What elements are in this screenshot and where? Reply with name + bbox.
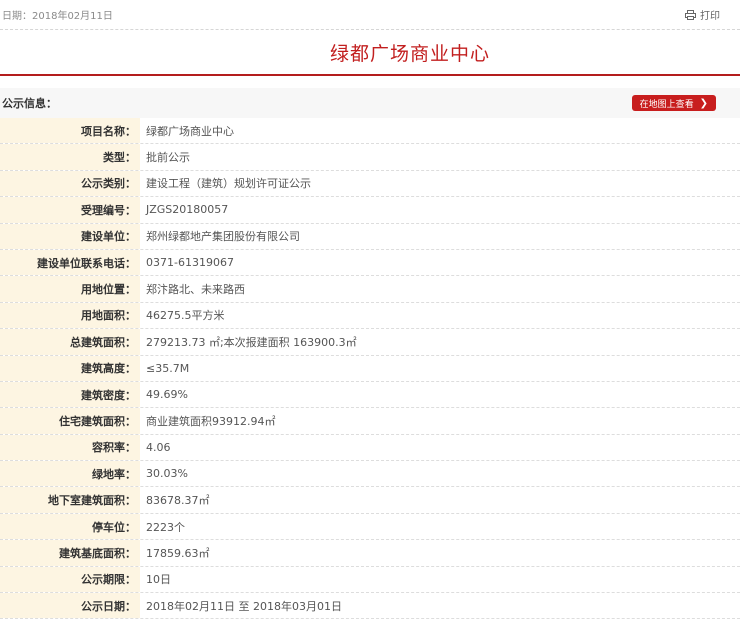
table-row: 住宅建筑面积： 商业建筑面积93912.94㎡ <box>0 408 740 435</box>
field-label: 建筑密度： <box>0 381 140 408</box>
field-value: 83678.37㎡ <box>146 494 210 508</box>
field-value: 4.06 <box>146 440 171 454</box>
field-value: 2223个 <box>146 520 185 534</box>
info-table: 项目名称： 绿都广场商业中心 类型： 批前公示 公示类别： 建设工程（建筑）规划许可证公示… <box>0 118 740 620</box>
field-label: 建筑高度： <box>0 355 140 381</box>
field-value: 30.03% <box>146 467 188 481</box>
field-label: 建筑基底面积： <box>0 540 140 566</box>
field-label: 绿地率： <box>0 461 140 487</box>
field-label: 容积率： <box>0 434 140 461</box>
field-label: 建设单位： <box>0 223 140 249</box>
field-label: 停车位： <box>0 513 140 540</box>
table-row: 建筑基底面积： 17859.63㎡ <box>0 540 740 567</box>
print-label: 打印 <box>700 11 720 22</box>
top-bar: 日期：2018年02月11日 打印 <box>0 0 740 30</box>
table-row: 建设单位： 郑州绿都地产集团股份有限公司 <box>0 223 740 250</box>
field-value: 17859.63㎡ <box>146 546 210 560</box>
view-on-map-label: 在地图上查看 <box>639 99 694 110</box>
printer-icon <box>685 9 696 20</box>
table-row: 用地位置： 郑汴路北、未来路西 <box>0 276 740 303</box>
title-bar: 绿都广场商业中心 <box>0 30 740 76</box>
field-value: 商业建筑面积93912.94㎡ <box>146 414 276 428</box>
field-label: 用地面积： <box>0 302 140 329</box>
view-on-map-button[interactable]: 在地图上查看 ❯ <box>631 95 716 111</box>
field-value: 49.69% <box>146 388 188 402</box>
field-label: 项目名称： <box>0 118 140 144</box>
field-label: 地下室建筑面积： <box>0 487 140 513</box>
field-value: 279213.73 ㎡;本次报建面积 163900.3㎡ <box>146 335 357 349</box>
field-value: 郑汴路北、未来路西 <box>146 283 245 297</box>
table-row: 停车位： 2223个 <box>0 513 740 541</box>
field-label: 类型： <box>0 144 140 170</box>
field-label: 公示日期： <box>0 593 140 619</box>
table-row: 公示日期： 2018年02月11日 至 2018年03月01日 <box>0 593 740 620</box>
table-row: 用地面积： 46275.5平方米 <box>0 302 740 330</box>
field-label: 用地位置： <box>0 276 140 302</box>
field-label: 受理编号： <box>0 197 140 223</box>
field-label: 公示期限： <box>0 566 140 593</box>
field-value: 批前公示 <box>146 151 190 165</box>
field-label: 住宅建筑面积： <box>0 408 140 434</box>
table-row: 地下室建筑面积： 83678.37㎡ <box>0 487 740 514</box>
field-value: 46275.5平方米 <box>146 309 225 323</box>
field-value: 2018年02月11日 至 2018年03月01日 <box>146 599 342 613</box>
table-row: 绿地率： 30.03% <box>0 461 740 488</box>
field-value: 10日 <box>146 573 171 587</box>
table-row: 建设单位联系电话： 0371-61319067 <box>0 249 740 277</box>
field-value: 0371-61319067 <box>146 256 234 270</box>
table-row: 项目名称： 绿都广场商业中心 <box>0 118 740 145</box>
field-value: 郑州绿都地产集团股份有限公司 <box>146 230 300 244</box>
table-row: 建筑高度： ≤35.7M <box>0 355 740 382</box>
field-label: 建设单位联系电话： <box>0 249 140 276</box>
field-value: JZGS20180057 <box>146 203 229 217</box>
table-row: 容积率： 4.06 <box>0 434 740 462</box>
section-header: 公示信息： 在地图上查看 ❯ <box>0 88 740 118</box>
print-button[interactable]: 打印 <box>685 7 720 22</box>
field-value: 绿都广场商业中心 <box>146 124 234 138</box>
section-title: 公示信息： <box>2 97 57 110</box>
field-value: ≤35.7M <box>146 361 190 375</box>
table-row: 受理编号： JZGS20180057 <box>0 197 740 224</box>
table-row: 总建筑面积： 279213.73 ㎡;本次报建面积 163900.3㎡ <box>0 329 740 356</box>
page-title: 绿都广场商业中心 <box>329 42 490 65</box>
publish-date: 日期：2018年02月11日 <box>2 11 113 22</box>
field-label: 公示类别： <box>0 170 140 197</box>
chevron-right-icon: ❯ <box>699 97 708 109</box>
field-value: 建设工程（建筑）规划许可证公示 <box>146 177 311 191</box>
page: 日期：2018年02月11日 打印 绿都广场商业中心 公示信息： 在地图上查看 … <box>0 0 740 639</box>
table-row: 建筑密度： 49.69% <box>0 381 740 409</box>
table-row: 公示类别： 建设工程（建筑）规划许可证公示 <box>0 170 740 198</box>
field-label: 总建筑面积： <box>0 329 140 355</box>
table-row: 类型： 批前公示 <box>0 144 740 171</box>
table-row: 公示期限： 10日 <box>0 566 740 594</box>
